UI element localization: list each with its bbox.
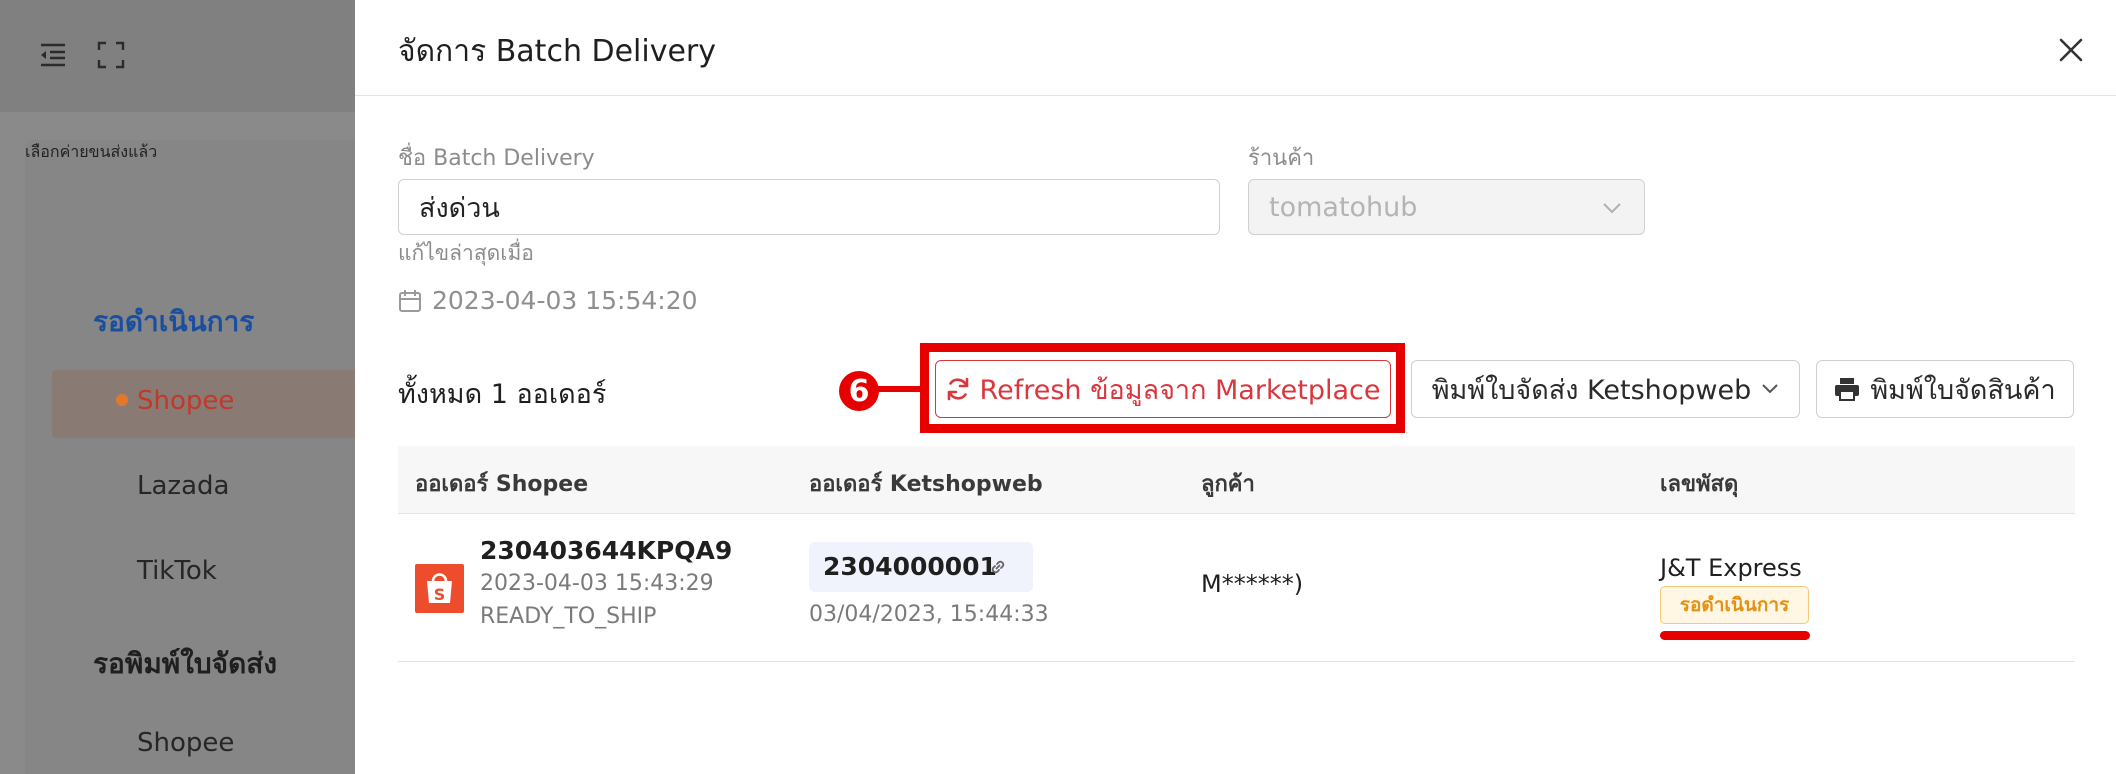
- batch-delivery-modal: จัดการ Batch Delivery ชื่อ Batch Deliver…: [355, 0, 2116, 774]
- batch-name-label: ชื่อ Batch Delivery: [398, 146, 595, 171]
- store-select: tomatohub: [1248, 179, 1645, 235]
- column-header-customer: ลูกค้า: [1201, 472, 1255, 497]
- fullscreen-icon: [97, 41, 125, 69]
- refresh-marketplace-button[interactable]: Refresh ข้อมูลจาก Marketplace: [935, 360, 1391, 418]
- annotation-underline: [1660, 631, 1810, 640]
- callout-number: 6: [839, 371, 879, 411]
- print-packing-label: พิมพ์ใบจัดสินค้า: [1870, 374, 2056, 406]
- customer-name: M******): [1201, 570, 1304, 598]
- divider: [50, 245, 380, 247]
- shopee-order-status: READY_TO_SHIP: [480, 604, 657, 629]
- column-header-tracking: เลขพัสดุ: [1660, 472, 1739, 497]
- ket-order-date: 03/04/2023, 15:44:33: [809, 602, 1049, 627]
- chevron-down-icon: [1762, 384, 1778, 394]
- column-header-ket-order: ออเดอร์ Ketshopweb: [809, 472, 1043, 497]
- store-value: tomatohub: [1269, 191, 1418, 223]
- ket-order-chip[interactable]: 2304000001: [809, 542, 1033, 592]
- total-orders: ทั้งหมด 1 ออเดอร์: [398, 379, 607, 410]
- refresh-icon: [947, 377, 968, 401]
- section-title-awaiting-print: รอพิมพ์ใบจัดส่ง: [93, 647, 278, 680]
- menu-collapse-icon: [41, 43, 65, 67]
- sidebar-item-tiktok[interactable]: TikTok: [137, 556, 217, 586]
- modal-header: จัดการ Batch Delivery: [355, 0, 2116, 96]
- svg-text:S: S: [434, 585, 446, 604]
- background-panel-heading: เลือกค่ายขนส่งแล้ว: [25, 142, 158, 161]
- table-row: S 230403644KPQA9 2023-04-03 15:43:29 REA…: [398, 514, 2075, 662]
- last-edited-label: แก้ไขล่าสุดเมื่อ: [398, 241, 534, 265]
- status-badge: รอดำเนินการ: [1660, 586, 1809, 624]
- sidebar-item-shopee[interactable]: Shopee: [137, 386, 234, 416]
- shopee-logo-icon: S: [415, 564, 464, 613]
- last-edited-value: 2023-04-03 15:54:20: [432, 286, 698, 315]
- modal-title: จัดการ Batch Delivery: [398, 34, 717, 69]
- link-icon[interactable]: [988, 557, 1008, 577]
- store-label: ร้านค้า: [1248, 146, 1315, 171]
- orders-table-header: ออเดอร์ Shopee ออเดอร์ Ketshopweb ลูกค้า…: [398, 446, 2075, 514]
- batch-name-value: ส่งด่วน: [419, 192, 500, 224]
- sidebar-item-lazada[interactable]: Lazada: [137, 471, 229, 501]
- carrier-name: J&T Express: [1660, 554, 1802, 582]
- close-icon[interactable]: [2053, 32, 2089, 68]
- ket-order-id: 2304000001: [823, 552, 997, 581]
- active-dot: [116, 394, 128, 406]
- printer-icon: [1835, 378, 1860, 401]
- shopee-order-date: 2023-04-03 15:43:29: [480, 571, 714, 596]
- chevron-down-icon: [1603, 203, 1621, 214]
- calendar-icon: [399, 289, 421, 312]
- print-shipping-label-button[interactable]: พิมพ์ใบจัดส่ง Ketshopweb: [1411, 360, 1800, 418]
- refresh-button-label: Refresh ข้อมูลจาก Marketplace: [979, 374, 1381, 406]
- print-shipping-label: พิมพ์ใบจัดส่ง Ketshopweb: [1431, 374, 1752, 406]
- shopee-order-id[interactable]: 230403644KPQA9: [480, 536, 732, 565]
- column-header-shopee-order: ออเดอร์ Shopee: [415, 472, 589, 497]
- last-edited-row: 2023-04-03 15:54:20: [398, 286, 698, 315]
- sidebar-item-shopee-print[interactable]: Shopee: [137, 728, 234, 758]
- print-packing-list-button[interactable]: พิมพ์ใบจัดสินค้า: [1816, 360, 2074, 418]
- batch-name-input[interactable]: ส่งด่วน: [398, 179, 1220, 235]
- section-title-pending: รอดำเนินการ: [93, 305, 255, 338]
